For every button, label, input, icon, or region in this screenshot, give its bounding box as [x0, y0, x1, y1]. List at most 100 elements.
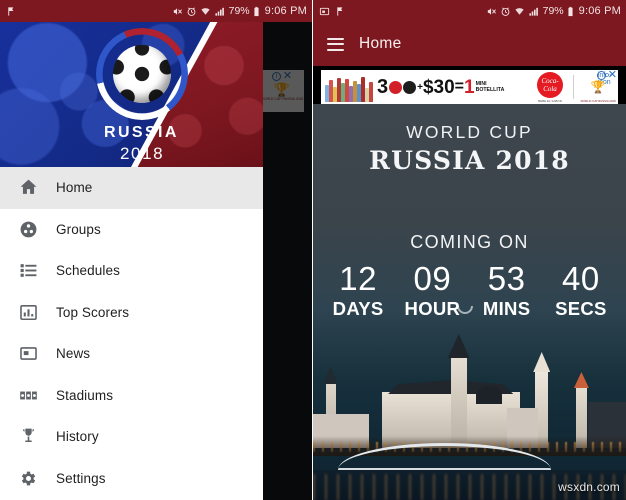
- ad-brand-logo: Coca-Cola BEBE EL SABOR: [531, 71, 569, 103]
- app-toolbar: Home: [313, 22, 626, 66]
- countdown-value: 09: [413, 260, 452, 297]
- right-status-left-icons: [319, 6, 346, 17]
- ad-divider: [573, 75, 574, 99]
- right-phone-panel: WORLD CUP RUSSIA 2018 COMING ON 12 DAYS …: [313, 0, 626, 500]
- sidebar-item-home[interactable]: Home: [0, 167, 263, 209]
- sidebar-item-label: News: [56, 346, 91, 362]
- ad-cup-caption: WORLD CUP RUSSIA 2018: [580, 99, 616, 103]
- countdown-unit: HOUR: [404, 297, 461, 319]
- hero-title: RUSSIA 2018: [369, 146, 570, 175]
- ad-controls: info-icon ✕: [596, 70, 617, 86]
- gear-icon: [0, 469, 56, 488]
- sidebar-item-groups[interactable]: Groups: [0, 209, 263, 251]
- home-icon: [0, 178, 56, 197]
- alarm-icon: [500, 6, 511, 17]
- battery-icon: [567, 6, 574, 17]
- page-title: Home: [359, 35, 402, 52]
- moscow-kremlin-photo: [313, 300, 626, 500]
- countdown-heading: COMING ON: [410, 232, 529, 252]
- ad-one: 1: [464, 76, 475, 98]
- screenshot-icon: [319, 6, 330, 17]
- countdown-unit: SECS: [555, 297, 607, 319]
- signal-icon: [528, 6, 540, 17]
- sidebar-item-label: Settings: [56, 470, 106, 486]
- sidebar-item-settings[interactable]: Settings: [0, 458, 263, 500]
- alarm-icon: [186, 6, 197, 17]
- ad-banner[interactable]: 3 + $30 = 1 MINI BOTELLITA Coca-Cola BEB…: [321, 70, 618, 104]
- flag-icon: [335, 6, 346, 17]
- ad-bottles-image: [321, 70, 373, 104]
- countdown-cell-secs: 40 SECS: [544, 260, 618, 320]
- drawer-title: RUSSIA: [104, 124, 179, 141]
- left-status-right-icons: 79% 9:06 PM: [172, 5, 307, 17]
- signal-icon: [214, 6, 226, 17]
- battery-percent: 79%: [542, 5, 564, 17]
- sidebar-item-label: Groups: [56, 221, 101, 237]
- trophy-icon: 🏆: [590, 80, 606, 94]
- clock-time: 9:06 PM: [264, 5, 307, 17]
- ad-product-name: MINI BOTELLITA: [476, 81, 505, 94]
- countdown-unit: DAYS: [332, 297, 384, 319]
- bar-chart-icon: [0, 303, 56, 322]
- bottlecap-icon: [389, 80, 403, 94]
- screenshot-stage: i ✕ 🏆 WORLD CUP RUSSIA 2018 3 CS RU: [0, 0, 626, 500]
- left-phone-panel: i ✕ 🏆 WORLD CUP RUSSIA 2018 3 CS RU: [0, 0, 313, 500]
- countdown-cell-mins: 53 MINS: [470, 260, 544, 320]
- clock-time: 9:06 PM: [578, 5, 621, 17]
- drawer-header: RUSSIA 2018: [0, 22, 263, 167]
- ad-equals-symbol: =: [454, 78, 465, 95]
- countdown-value: 12: [339, 260, 377, 297]
- left-status-bar: 79% 9:06 PM: [0, 0, 312, 22]
- countdown-unit: MINS: [482, 297, 531, 319]
- ad-quantity: 3: [377, 76, 389, 98]
- info-icon[interactable]: info-icon: [596, 71, 611, 86]
- bridge-decor: [338, 443, 551, 472]
- coca-cola-icon: Coca-Cola: [537, 71, 563, 98]
- countdown-value: 53: [487, 260, 526, 297]
- kremlin-dome-decor: [475, 386, 502, 404]
- ad-brand-name: Coca-Cola: [541, 76, 559, 93]
- right-status-right-icons: 79% 9:06 PM: [486, 5, 621, 17]
- ad-product-line2: BOTELLITA: [475, 87, 505, 93]
- kremlin-main-tower-decor: [450, 356, 467, 448]
- left-status-left-icons: [6, 6, 17, 17]
- hero-section: WORLD CUP RUSSIA 2018 COMING ON 12 DAYS …: [313, 104, 626, 500]
- mute-icon: [486, 6, 497, 17]
- ad-brand-tagline: BEBE EL SABOR: [538, 98, 562, 103]
- sidebar-item-label: History: [56, 429, 99, 445]
- countdown-value: 40: [562, 260, 600, 297]
- close-icon[interactable]: ✕: [608, 70, 617, 81]
- countdown-cell-hours: 09 HOUR: [395, 260, 469, 320]
- bottlecap-icon: [403, 80, 417, 94]
- sidebar-item-schedules[interactable]: Schedules: [0, 250, 263, 292]
- drawer-menu: Home Groups Schedules Top Scorers News S…: [0, 167, 263, 500]
- hamburger-icon[interactable]: [327, 37, 344, 51]
- sidebar-item-news[interactable]: News: [0, 333, 263, 375]
- trophy-icon: [0, 427, 56, 446]
- ad-bottlecaps-icon: [389, 80, 417, 94]
- soccer-ball-icon: [113, 45, 171, 103]
- sidebar-item-label: Schedules: [56, 263, 120, 279]
- sidebar-item-label: Stadiums: [56, 387, 114, 403]
- navigation-drawer: RUSSIA 2018 Home Groups Schedules Top Sc…: [0, 22, 263, 500]
- drawer-subtitle: 2018: [120, 144, 165, 163]
- battery-percent: 79%: [228, 5, 250, 17]
- flag-icon: [6, 6, 17, 17]
- sidebar-item-top-scorers[interactable]: Top Scorers: [0, 292, 263, 334]
- battery-icon: [253, 6, 260, 17]
- ad-right-block: info-icon ✕ 🏆 WORLD CUP RUSSIA 2018: [578, 70, 618, 104]
- news-icon: [0, 344, 56, 363]
- sidebar-item-label: Top Scorers: [56, 304, 130, 320]
- stadium-icon: [0, 386, 56, 405]
- list-icon: [0, 261, 56, 280]
- countdown-cell-days: 12 DAYS: [321, 260, 395, 320]
- soccer-ball-logo-icon: [96, 28, 188, 120]
- sidebar-item-history[interactable]: History: [0, 416, 263, 458]
- groups-icon: [0, 220, 56, 239]
- wifi-icon: [514, 6, 525, 17]
- ad-price: $30: [422, 76, 455, 98]
- mute-icon: [172, 6, 183, 17]
- wifi-icon: [200, 6, 211, 17]
- sidebar-item-stadiums[interactable]: Stadiums: [0, 375, 263, 417]
- hero-kicker: WORLD CUP: [406, 122, 533, 142]
